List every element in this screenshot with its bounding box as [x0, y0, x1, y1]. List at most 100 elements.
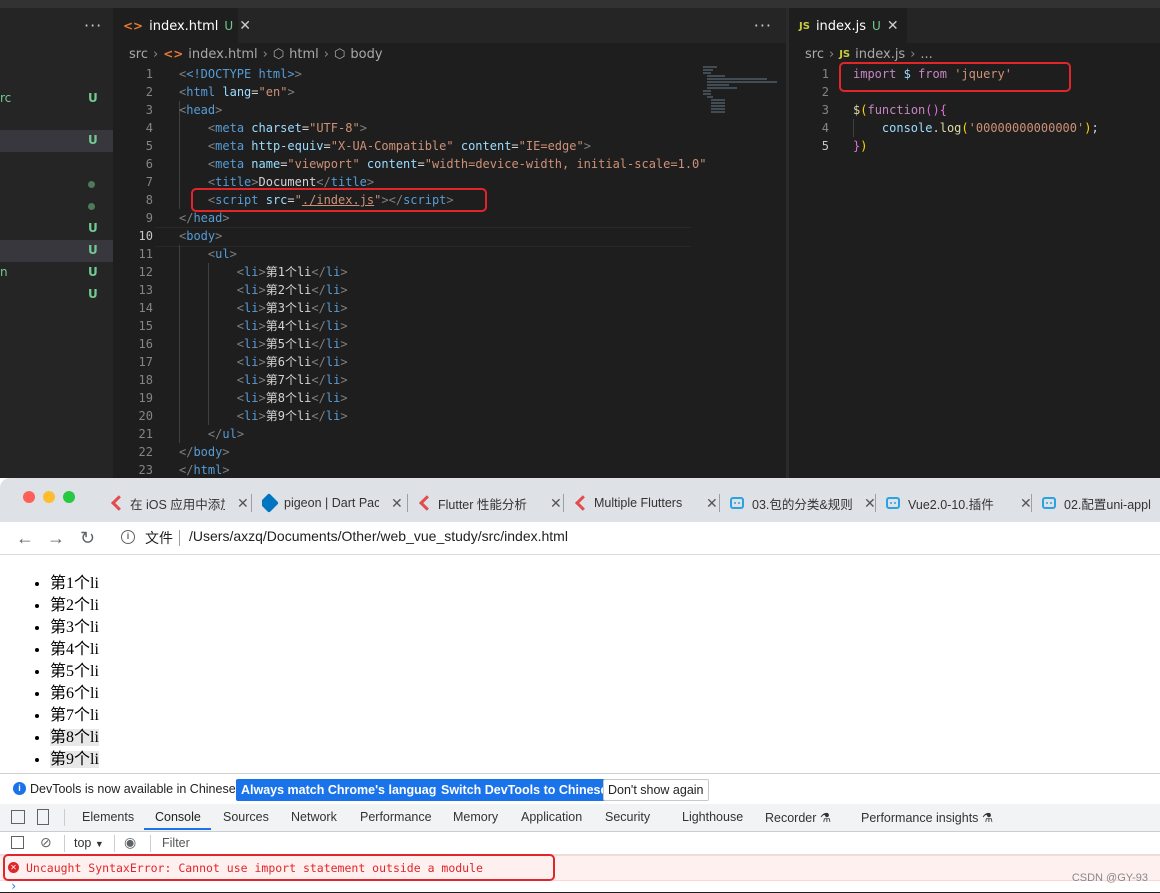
- browser-tab[interactable]: 在 iOS 应用中添加 ✕: [110, 488, 249, 518]
- breadcrumb-item[interactable]: html: [289, 47, 319, 62]
- code-editor[interactable]: 1 import $ from 'jquery' 2 3 $(function(){…: [789, 62, 1160, 478]
- filter-input[interactable]: Filter: [162, 836, 190, 850]
- explorer-item-label: rc: [0, 91, 12, 105]
- breadcrumb-item[interactable]: index.html: [188, 47, 257, 62]
- close-icon[interactable]: ✕: [1020, 495, 1032, 512]
- editor-pane-html: <> index.html U ✕ ··· src › <> index.htm…: [113, 8, 786, 478]
- tab-lighthouse[interactable]: Lighthouse: [682, 810, 743, 824]
- explorer-item[interactable]: U: [0, 240, 113, 262]
- close-icon[interactable]: ✕: [391, 495, 403, 512]
- breadcrumb-item[interactable]: index.js: [855, 47, 905, 62]
- breadcrumb-item[interactable]: ...: [920, 47, 932, 62]
- inspect-element-icon[interactable]: [11, 810, 25, 824]
- line-number: 1: [821, 67, 829, 81]
- explorer-item[interactable]: U: [0, 130, 113, 152]
- reload-icon[interactable]: ↻: [80, 528, 95, 549]
- browser-tab[interactable]: 02.配置uni-appl: [1042, 488, 1160, 518]
- browser-tab[interactable]: pigeon | Dart Pac ✕: [262, 488, 403, 518]
- maximize-window-icon[interactable]: [63, 491, 75, 503]
- line-number: 3: [821, 103, 829, 117]
- context-select[interactable]: top ▼: [74, 836, 104, 850]
- explorer-item[interactable]: n U: [0, 262, 113, 284]
- info-icon[interactable]: i: [121, 530, 135, 544]
- code-line: }): [853, 139, 868, 153]
- tab-index-js[interactable]: JS index.js U ✕: [789, 8, 907, 43]
- tab-console[interactable]: Console: [155, 810, 201, 824]
- tab-network[interactable]: Network: [291, 810, 337, 824]
- line-number: 14: [138, 301, 153, 315]
- console-toolbar: ⊘ top ▼ ◉ Filter: [0, 832, 1160, 855]
- html-file-icon: <>: [123, 19, 144, 33]
- tab-sources[interactable]: Sources: [223, 810, 269, 824]
- divider: [64, 835, 65, 852]
- sidebar-toggle-icon[interactable]: [11, 836, 24, 849]
- more-actions-icon[interactable]: ···: [84, 16, 102, 35]
- forward-arrow-icon[interactable]: →: [47, 528, 65, 549]
- bilibili-icon: [730, 497, 744, 509]
- back-arrow-icon[interactable]: ←: [16, 528, 34, 549]
- line-number: 10: [138, 229, 153, 243]
- tab-index-html[interactable]: <> index.html U ✕: [113, 8, 251, 43]
- devtools-tabbar: Elements Console Sources Network Perform…: [0, 804, 1160, 832]
- dont-show-again-button[interactable]: Don't show again: [603, 779, 709, 801]
- console-error-row: ✕ Uncaught SyntaxError: Cannot use impor…: [0, 854, 1160, 881]
- console-prompt[interactable]: ›: [10, 879, 17, 893]
- browser-tab-label: Flutter 性能分析: [438, 497, 527, 512]
- code-line: <body>: [179, 229, 223, 243]
- browser-tab[interactable]: Multiple Flutters ✕: [574, 488, 718, 518]
- device-toolbar-icon[interactable]: [37, 809, 49, 825]
- browser-tab[interactable]: 03.包的分类&规则 ✕: [730, 488, 876, 518]
- minimap[interactable]: [693, 66, 788, 186]
- close-icon[interactable]: ✕: [706, 495, 718, 512]
- clear-console-icon[interactable]: ⊘: [40, 834, 52, 851]
- tab-label: index.js: [815, 18, 867, 34]
- tab-application[interactable]: Application: [521, 810, 582, 824]
- code-line: console.log('00000000000000');: [881, 121, 1099, 135]
- code-line: <li>第3个li</li>: [236, 301, 348, 315]
- match-language-button[interactable]: Always match Chrome's language: [236, 779, 449, 801]
- address-bar[interactable]: /Users/axzq/Documents/Other/web_vue_stud…: [189, 528, 568, 544]
- code-line: <meta name="viewport" content="width=dev…: [207, 157, 707, 171]
- browser-window: 在 iOS 应用中添加 ✕ pigeon | Dart Pac ✕ Flutte…: [0, 478, 1160, 893]
- divider: [64, 809, 65, 826]
- explorer-item[interactable]: [0, 196, 113, 218]
- infobar-message: DevTools is now available in Chinese!: [30, 782, 240, 796]
- code-line: <li>第6个li</li>: [236, 355, 348, 369]
- close-icon[interactable]: ✕: [237, 495, 249, 512]
- code-line: <li>第8个li</li>: [236, 391, 348, 405]
- minimize-window-icon[interactable]: [43, 491, 55, 503]
- close-icon[interactable]: ✕: [887, 18, 899, 34]
- close-window-icon[interactable]: [23, 491, 35, 503]
- breadcrumb-item[interactable]: src: [805, 47, 824, 62]
- code-line: <li>第4个li</li>: [236, 319, 348, 333]
- line-number: 17: [138, 355, 153, 369]
- close-icon[interactable]: ✕: [550, 495, 562, 512]
- tab-recorder[interactable]: Recorder ⚗: [765, 810, 831, 825]
- close-icon[interactable]: ✕: [864, 495, 876, 512]
- tab-security[interactable]: Security: [605, 810, 650, 824]
- breadcrumb-item[interactable]: body: [350, 47, 382, 62]
- code-line: $(function(){: [853, 103, 947, 117]
- breadcrumb-item[interactable]: src: [129, 47, 148, 62]
- browser-tabstrip: 在 iOS 应用中添加 ✕ pigeon | Dart Pac ✕ Flutte…: [0, 478, 1160, 522]
- line-number: 4: [145, 121, 153, 135]
- switch-to-chinese-button[interactable]: Switch DevTools to Chinese: [436, 779, 613, 801]
- code-editor[interactable]: 1 <<!DOCTYPE html>> 2 <html lang="en"> 3 <h…: [113, 65, 786, 478]
- line-number: 21: [138, 427, 153, 441]
- explorer-item[interactable]: [0, 174, 113, 196]
- tab-performance-insights[interactable]: Performance insights ⚗: [861, 810, 993, 825]
- eye-icon[interactable]: ◉: [124, 834, 136, 851]
- more-actions-icon[interactable]: ···: [754, 16, 772, 35]
- git-status-badge: U: [872, 19, 881, 33]
- list-item: 第3个li: [50, 617, 99, 639]
- tab-elements[interactable]: Elements: [82, 810, 134, 824]
- explorer-item[interactable]: rc U: [0, 88, 113, 110]
- close-icon[interactable]: ✕: [239, 18, 251, 34]
- browser-tab[interactable]: Vue2.0-10.插件 ✕: [886, 488, 1032, 518]
- explorer-item[interactable]: U: [0, 284, 113, 306]
- tab-memory[interactable]: Memory: [453, 810, 498, 824]
- tab-performance[interactable]: Performance: [360, 810, 432, 824]
- element-icon: ⬡: [334, 46, 346, 62]
- browser-tab[interactable]: Flutter 性能分析 ✕: [418, 488, 562, 518]
- explorer-item[interactable]: U: [0, 218, 113, 240]
